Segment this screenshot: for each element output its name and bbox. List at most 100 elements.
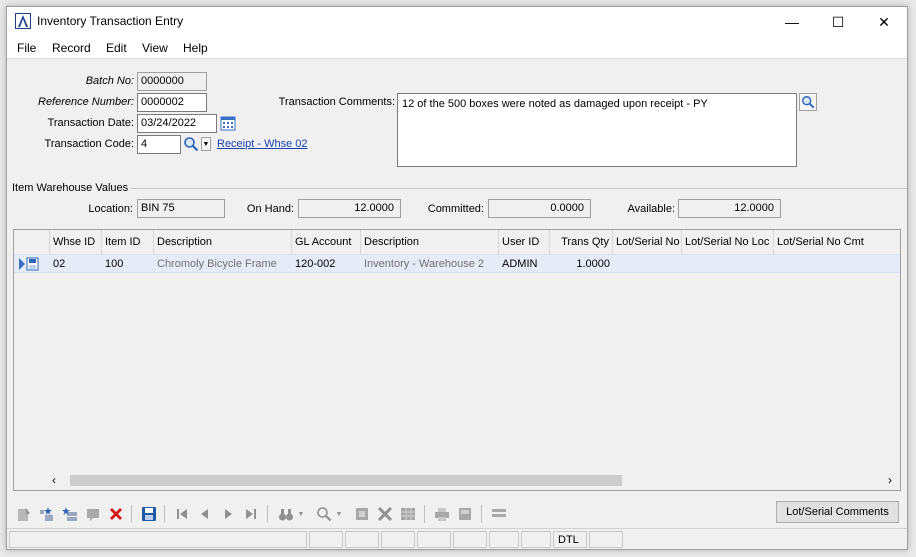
cell-lot-serial-no-cmt[interactable] xyxy=(774,256,900,273)
app-logo-icon xyxy=(15,13,31,29)
toolbar-separator xyxy=(481,505,482,523)
status-pane xyxy=(521,531,551,548)
notes-icon[interactable] xyxy=(84,505,102,523)
save-icon[interactable] xyxy=(140,505,158,523)
window-title: Inventory Transaction Entry xyxy=(37,14,184,28)
find-dropdown-chevron-down-icon[interactable]: ▼ xyxy=(296,505,306,523)
cell-trans-qty[interactable]: 1.0000 xyxy=(550,256,613,273)
status-pane xyxy=(489,531,519,548)
list-icon[interactable] xyxy=(490,505,508,523)
status-pane xyxy=(589,531,623,548)
previous-record-icon[interactable] xyxy=(196,505,214,523)
toolbar-separator xyxy=(131,505,132,523)
find-binoculars-icon[interactable] xyxy=(277,505,295,523)
sort-icon[interactable] xyxy=(376,505,394,523)
menu-view[interactable]: View xyxy=(142,41,168,55)
committed-field: 0.0000 xyxy=(488,199,591,218)
lookup-search-icon[interactable] xyxy=(315,505,333,523)
record-toolbar: ▼ ▼ xyxy=(7,499,907,527)
insert-row-icon[interactable] xyxy=(38,505,56,523)
column-header-item-description[interactable]: Description xyxy=(154,230,292,254)
toolbar-separator xyxy=(267,505,268,523)
item-warehouse-values-label: Item Warehouse Values xyxy=(12,182,129,194)
cell-item-description: Chromoly Bicycle Frame xyxy=(157,258,277,270)
row-selector-header xyxy=(14,230,50,254)
committed-label: Committed: xyxy=(427,203,484,215)
column-header-gl-description[interactable]: Description xyxy=(361,230,499,254)
print-icon[interactable] xyxy=(433,505,451,523)
location-label: Location: xyxy=(88,203,133,215)
close-button[interactable]: ✕ xyxy=(861,7,907,37)
column-header-user-id[interactable]: User ID xyxy=(499,230,550,254)
column-header-gl-account[interactable]: GL Account xyxy=(292,230,361,254)
reference-number-field[interactable]: 0000002 xyxy=(137,93,207,112)
column-header-lot-serial-no-cmt[interactable]: Lot/Serial No Cmt xyxy=(774,230,900,254)
toolbar-separator xyxy=(164,505,165,523)
status-pane xyxy=(417,531,451,548)
cell-gl-account[interactable]: 120-002 xyxy=(292,256,361,273)
cell-lot-serial-no-loc[interactable] xyxy=(682,256,774,273)
transaction-detail-grid[interactable]: Whse ID Item ID Description GL Account D… xyxy=(13,229,901,491)
delete-icon[interactable] xyxy=(107,505,125,523)
menu-edit[interactable]: Edit xyxy=(106,41,127,55)
menu-record[interactable]: Record xyxy=(52,41,91,55)
menu-file[interactable]: File xyxy=(17,41,36,55)
new-record-icon[interactable] xyxy=(15,505,33,523)
toolbar-separator xyxy=(424,505,425,523)
status-pane xyxy=(453,531,487,548)
column-header-item-id[interactable]: Item ID xyxy=(102,230,154,254)
lookup-dropdown-chevron-down-icon[interactable]: ▼ xyxy=(334,505,344,523)
grid-view-icon[interactable] xyxy=(399,505,417,523)
menu-help[interactable]: Help xyxy=(183,41,208,55)
batch-no-label: Batch No: xyxy=(85,75,134,87)
current-row-indicator-icon xyxy=(18,257,40,271)
column-header-whse-id[interactable]: Whse ID xyxy=(50,230,102,254)
maximize-button[interactable]: ☐ xyxy=(815,7,861,37)
transaction-code-field[interactable]: 4 xyxy=(137,135,181,154)
scroll-left-icon[interactable]: ‹ xyxy=(52,473,56,487)
status-bar: DTL xyxy=(7,528,907,549)
column-header-lot-serial-no[interactable]: Lot/Serial No xyxy=(613,230,682,254)
transaction-date-field[interactable]: 03/24/2022 xyxy=(137,114,217,133)
last-record-icon[interactable] xyxy=(242,505,260,523)
lookup-search-icon[interactable] xyxy=(183,136,199,152)
calendar-icon[interactable] xyxy=(220,115,236,131)
title-bar: Inventory Transaction Entry — ☐ ✕ xyxy=(7,7,907,37)
code-dropdown-chevron-down-icon[interactable]: ▼ xyxy=(201,137,211,151)
horizontal-scrollbar[interactable]: ‹ › xyxy=(50,472,900,489)
comments-search-icon[interactable] xyxy=(799,93,817,111)
transaction-code-link[interactable]: Receipt - Whse 02 xyxy=(217,138,307,150)
cell-item-id[interactable]: 100 xyxy=(102,256,154,273)
cell-lot-serial-no[interactable] xyxy=(613,256,682,273)
column-header-trans-qty[interactable]: Trans Qty xyxy=(550,230,613,254)
group-divider xyxy=(131,188,907,189)
lot-serial-comments-button[interactable]: Lot/Serial Comments xyxy=(776,501,899,523)
cell-user-id: ADMIN xyxy=(502,258,538,270)
column-header-lot-serial-no-loc[interactable]: Lot/Serial No Loc xyxy=(682,230,774,254)
batch-no-field: 0000000 xyxy=(137,72,207,91)
transaction-date-label: Transaction Date: xyxy=(47,117,134,129)
transaction-code-label: Transaction Code: xyxy=(44,138,134,150)
transaction-comments-field[interactable]: 12 of the 500 boxes were noted as damage… xyxy=(397,93,797,167)
available-field: 12.0000 xyxy=(678,199,781,218)
status-pane xyxy=(345,531,379,548)
next-record-icon[interactable] xyxy=(219,505,237,523)
menu-bar: File Record Edit View Help xyxy=(7,37,907,59)
cell-whse-id[interactable]: 02 xyxy=(50,256,102,273)
add-row-icon[interactable] xyxy=(61,505,79,523)
available-label: Available: xyxy=(627,203,676,215)
on-hand-field: 12.0000 xyxy=(298,199,401,218)
scrollbar-thumb[interactable] xyxy=(70,475,622,486)
transaction-comments-label: Transaction Comments: xyxy=(278,96,395,108)
location-field: BIN 75 xyxy=(137,199,225,218)
filter-icon[interactable] xyxy=(353,505,371,523)
status-pane xyxy=(381,531,415,548)
print-preview-icon[interactable] xyxy=(456,505,474,523)
cell-gl-description: Inventory - Warehouse 2 xyxy=(364,258,485,270)
scroll-right-icon[interactable]: › xyxy=(888,473,892,487)
app-window: Inventory Transaction Entry — ☐ ✕ File R… xyxy=(6,6,908,550)
on-hand-label: On Hand: xyxy=(246,203,294,215)
status-pane xyxy=(309,531,343,548)
minimize-button[interactable]: — xyxy=(769,7,815,37)
first-record-icon[interactable] xyxy=(173,505,191,523)
